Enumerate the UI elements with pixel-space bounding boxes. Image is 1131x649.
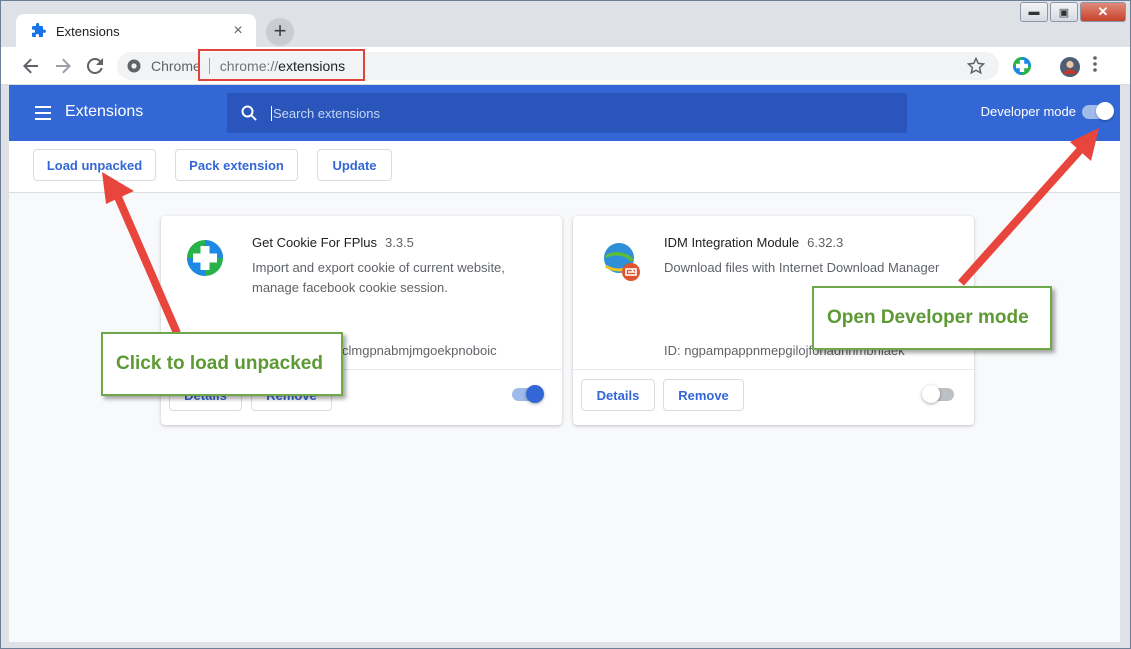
developer-mode-callout: Open Developer mode [812, 286, 1052, 350]
extension-name: IDM Integration Module 6.32.3 [664, 235, 843, 250]
omnibox-chip: Chrome [127, 58, 201, 74]
profile-avatar[interactable] [1059, 56, 1081, 78]
extension-description: Import and export cookie of current webs… [252, 260, 505, 295]
developer-mode-label: Developer mode [980, 104, 1076, 119]
new-tab-button[interactable]: + [266, 18, 294, 46]
menu-kebab-icon[interactable] [1093, 56, 1097, 72]
search-extensions-input[interactable]: Search extensions [227, 93, 907, 133]
browser-window: Extensions × + ▬ ▣ ✕ Chrome chrome://ext… [0, 0, 1131, 649]
extension-version: 6.32.3 [807, 235, 844, 250]
hamburger-menu-icon[interactable] [35, 106, 51, 124]
card-footer: Details Remove [573, 369, 974, 425]
tab-title: Extensions [56, 23, 120, 39]
toggle-knob [922, 385, 940, 403]
pack-extension-button[interactable]: Pack extension [175, 149, 298, 181]
extensions-header: Extensions Search extensions Developer m… [9, 85, 1120, 141]
puzzle-icon [30, 23, 46, 39]
forward-button[interactable] [51, 54, 75, 78]
window-controls: ▬ ▣ ✕ [1018, 2, 1126, 22]
toggle-knob [1096, 102, 1114, 120]
toggle-knob [526, 385, 544, 403]
search-placeholder: Search extensions [271, 105, 380, 121]
minimize-button[interactable]: ▬ [1020, 2, 1048, 22]
browser-toolbar: Chrome chrome://extensions [1, 47, 1130, 85]
tab-strip: Extensions × + ▬ ▣ ✕ [1, 1, 1130, 48]
url-highlight-box [198, 49, 365, 81]
extension-id: clmgpnabmjmgoekpnoboic [342, 343, 497, 358]
idm-extension-icon [604, 243, 640, 281]
remove-button[interactable]: Remove [663, 379, 744, 411]
load-unpacked-callout: Click to load unpacked [101, 332, 343, 396]
extension-cookie-icon[interactable] [1012, 56, 1032, 76]
load-unpacked-button[interactable]: Load unpacked [33, 149, 156, 181]
back-arrow-icon [23, 58, 38, 74]
developer-mode-toggle[interactable] [1082, 102, 1114, 120]
tab-extensions[interactable]: Extensions × [16, 14, 256, 48]
omnibox-chip-label: Chrome [151, 58, 201, 74]
close-tab-icon[interactable]: × [230, 23, 246, 39]
extension-name: Get Cookie For FPlus 3.3.5 [252, 235, 414, 250]
page-title: Extensions [65, 103, 144, 120]
extension-enable-toggle[interactable] [922, 385, 954, 403]
developer-toolbar: Load unpacked Pack extension Update [9, 141, 1120, 193]
maximize-button[interactable]: ▣ [1050, 2, 1078, 22]
reload-icon [87, 58, 103, 74]
details-button[interactable]: Details [581, 379, 655, 411]
close-window-button[interactable]: ✕ [1080, 2, 1126, 22]
extension-name-text: IDM Integration Module [664, 235, 800, 250]
reload-button[interactable] [83, 54, 107, 78]
extension-description: Download files with Internet Download Ma… [664, 260, 940, 275]
extension-enable-toggle[interactable] [512, 385, 544, 403]
cookie-extension-icon [187, 240, 223, 276]
extension-name-text: Get Cookie For FPlus [252, 235, 377, 250]
extensions-list: Get Cookie For FPlus 3.3.5 Import and exp… [9, 193, 1120, 642]
back-button[interactable] [19, 54, 43, 78]
bookmark-star-icon[interactable] [966, 56, 986, 80]
forward-arrow-icon [56, 58, 71, 74]
search-icon [241, 105, 257, 121]
chrome-icon [127, 59, 141, 73]
extension-version: 3.3.5 [385, 235, 414, 250]
update-button[interactable]: Update [317, 149, 392, 181]
